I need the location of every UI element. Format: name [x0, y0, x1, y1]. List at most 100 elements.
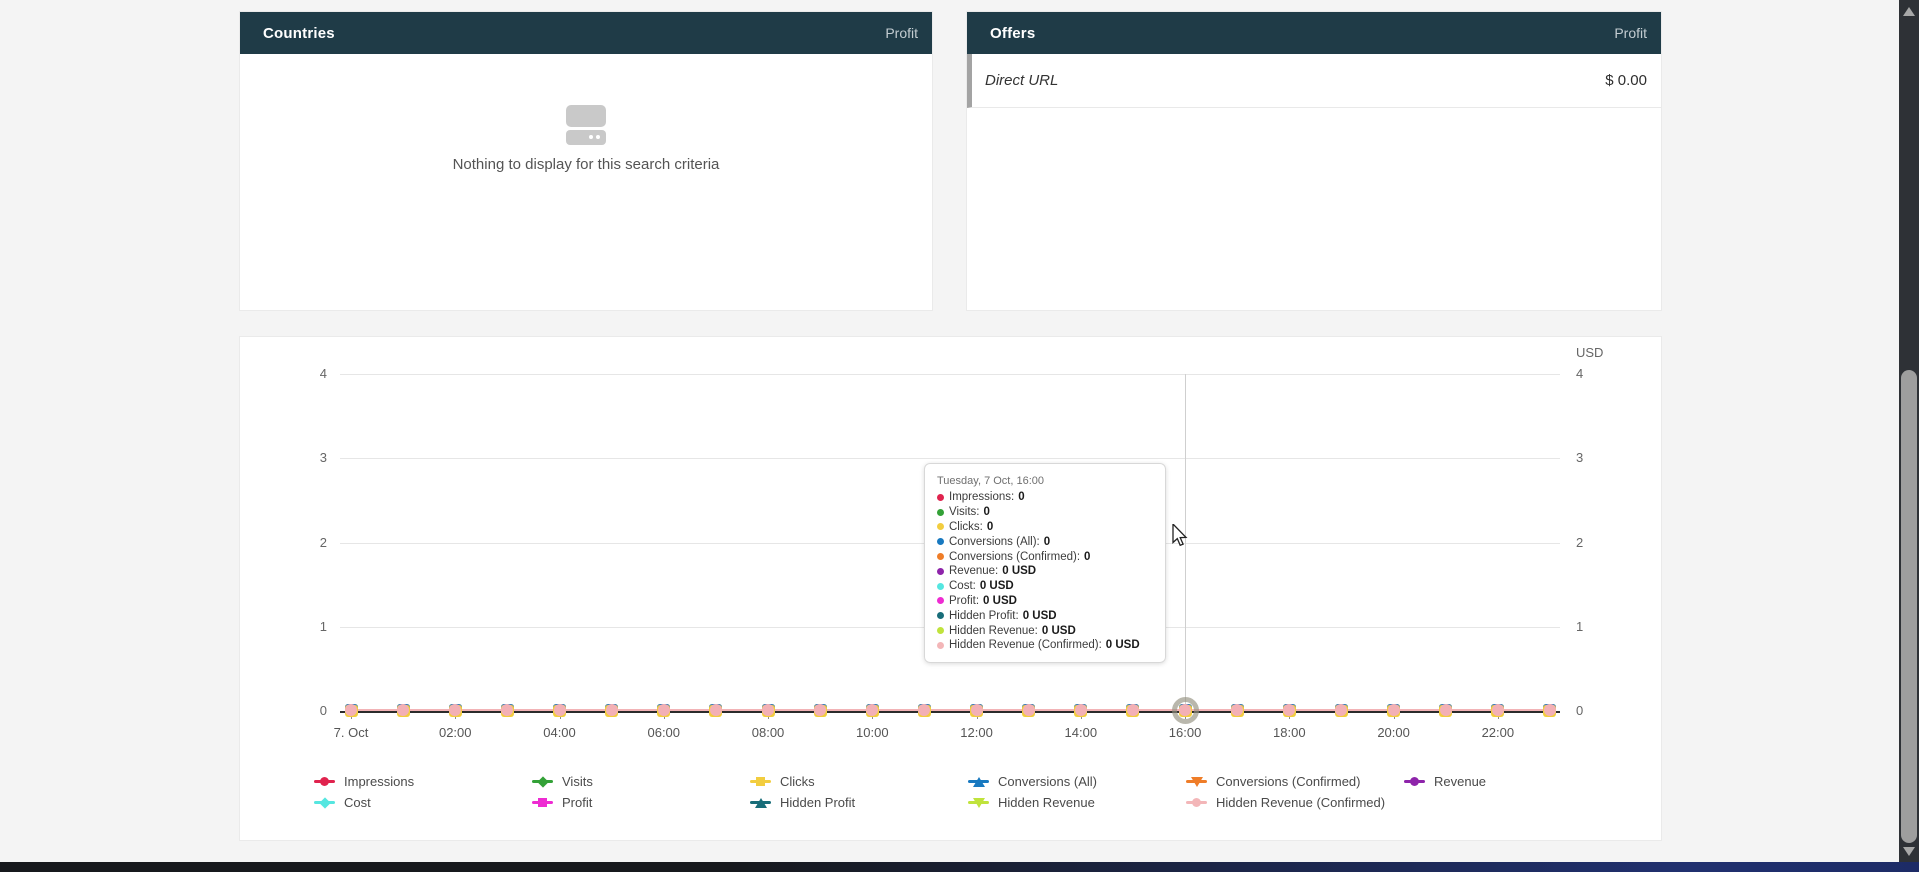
- offers-metric-label: Profit: [1614, 25, 1647, 41]
- y-tick-label-right: 2: [1576, 535, 1620, 551]
- data-point-marker[interactable]: [762, 704, 775, 717]
- tooltip-series-bullet: [937, 627, 944, 634]
- legend-label: Conversions (Confirmed): [1216, 774, 1361, 789]
- legend-label: Profit: [562, 795, 592, 810]
- legend-item-conversions-all[interactable]: Conversions (All): [968, 771, 1097, 792]
- tooltip-series-value: 0: [987, 521, 993, 533]
- data-point-marker[interactable]: [1231, 704, 1244, 717]
- legend-label: Conversions (All): [998, 774, 1097, 789]
- data-point-marker[interactable]: [1126, 704, 1139, 717]
- y-grid-line: [340, 458, 1560, 459]
- legend-item-hidden-revenue[interactable]: Hidden Revenue: [968, 792, 1095, 813]
- tooltip-series-bullet: [937, 523, 944, 530]
- y-tick-label-right: 1: [1576, 619, 1620, 635]
- y-tick-label-right: 0: [1576, 703, 1620, 719]
- y-tick-label-left: 0: [283, 703, 327, 719]
- legend-label: Hidden Revenue (Confirmed): [1216, 795, 1385, 810]
- legend-item-profit[interactable]: Profit: [532, 792, 592, 813]
- data-point-marker[interactable]: [397, 704, 410, 717]
- x-tick-label: 7. Oct: [319, 725, 383, 740]
- countries-panel-title: Countries: [263, 25, 335, 42]
- legend-marker-icon: [1404, 775, 1425, 788]
- legend-marker-shape: [973, 777, 985, 787]
- legend-marker-icon: [314, 796, 335, 809]
- data-point-marker[interactable]: [449, 704, 462, 717]
- tooltip-series-label: Hidden Revenue (Confirmed):: [949, 639, 1102, 651]
- y-axis-unit-label: USD: [1576, 345, 1603, 360]
- scrollbar[interactable]: [1899, 0, 1919, 862]
- legend-label: Hidden Revenue: [998, 795, 1095, 810]
- legend-item-hidden-profit[interactable]: Hidden Profit: [750, 792, 855, 813]
- data-point-marker[interactable]: [1179, 704, 1192, 717]
- countries-metric-label: Profit: [885, 25, 918, 41]
- legend-marker-icon: [1186, 775, 1207, 788]
- data-point-marker[interactable]: [1439, 704, 1452, 717]
- data-point-marker[interactable]: [553, 704, 566, 717]
- countries-empty-state: Nothing to display for this search crite…: [240, 105, 932, 173]
- tooltip-series-value: 0: [1018, 491, 1024, 503]
- legend-item-cost[interactable]: Cost: [314, 792, 371, 813]
- legend-marker-shape: [756, 777, 765, 786]
- no-data-icon: [563, 105, 609, 145]
- legend-label: Clicks: [780, 774, 815, 789]
- x-tick-label: 08:00: [736, 725, 800, 740]
- legend-label: Revenue: [1434, 774, 1486, 789]
- data-point-marker[interactable]: [657, 704, 670, 717]
- chart-panel: USD Tuesday, 7 Oct, 16:00 Impressions:0V…: [240, 337, 1661, 840]
- legend-item-clicks[interactable]: Clicks: [750, 771, 815, 792]
- y-tick-label-left: 2: [283, 535, 327, 551]
- tooltip-row: Clicks:0: [937, 520, 1153, 535]
- data-point-marker[interactable]: [605, 704, 618, 717]
- tooltip-series-label: Hidden Profit:: [949, 610, 1019, 622]
- legend-marker-icon: [532, 796, 553, 809]
- data-point-marker[interactable]: [709, 704, 722, 717]
- data-point-marker[interactable]: [866, 704, 879, 717]
- legend-item-visits[interactable]: Visits: [532, 771, 593, 792]
- offer-row-direct-url[interactable]: Direct URL $ 0.00: [967, 54, 1661, 108]
- legend-item-revenue[interactable]: Revenue: [1404, 771, 1486, 792]
- legend-item-hidden-revenue-confirmed[interactable]: Hidden Revenue (Confirmed): [1186, 792, 1385, 813]
- legend-marker-shape: [1192, 798, 1201, 807]
- legend-label: Cost: [344, 795, 371, 810]
- tooltip-series-value: 0 USD: [1023, 610, 1057, 622]
- chart-plot-area[interactable]: USD Tuesday, 7 Oct, 16:00 Impressions:0V…: [240, 337, 1661, 840]
- legend-item-conversions-confirmed[interactable]: Conversions (Confirmed): [1186, 771, 1361, 792]
- legend-marker-icon: [1186, 796, 1207, 809]
- tooltip-series-label: Impressions:: [949, 491, 1014, 503]
- legend-item-impressions[interactable]: Impressions: [314, 771, 414, 792]
- data-point-marker[interactable]: [1491, 704, 1504, 717]
- scroll-down-arrow-icon[interactable]: [1903, 847, 1915, 856]
- legend-label: Impressions: [344, 774, 414, 789]
- tooltip-series-bullet: [937, 583, 944, 590]
- data-point-marker[interactable]: [1283, 704, 1296, 717]
- x-tick-label: 22:00: [1466, 725, 1530, 740]
- tooltip-series-label: Conversions (All):: [949, 536, 1040, 548]
- legend-marker-shape: [1410, 777, 1419, 786]
- x-tick-label: 20:00: [1362, 725, 1426, 740]
- scroll-up-arrow-icon[interactable]: [1903, 7, 1915, 16]
- data-point-marker[interactable]: [501, 704, 514, 717]
- legend-marker-icon: [968, 775, 989, 788]
- legend-marker-icon: [750, 796, 771, 809]
- legend-marker-shape: [1191, 777, 1203, 787]
- data-point-marker[interactable]: [814, 704, 827, 717]
- data-point-marker[interactable]: [970, 704, 983, 717]
- bottom-bar: [0, 862, 1919, 872]
- data-point-marker[interactable]: [1543, 704, 1556, 717]
- tooltip-series-label: Revenue:: [949, 565, 998, 577]
- tooltip-series-value: 0 USD: [1002, 565, 1036, 577]
- data-point-marker[interactable]: [1335, 704, 1348, 717]
- legend-marker-icon: [532, 775, 553, 788]
- data-point-marker[interactable]: [1387, 704, 1400, 717]
- scrollbar-thumb[interactable]: [1901, 370, 1917, 843]
- legend-marker-shape: [538, 798, 547, 807]
- flat-series-line: [351, 709, 1550, 711]
- offers-panel: Offers Profit Direct URL $ 0.00: [967, 12, 1661, 310]
- data-point-marker[interactable]: [1022, 704, 1035, 717]
- data-point-marker[interactable]: [345, 704, 358, 717]
- data-point-marker[interactable]: [1074, 704, 1087, 717]
- tooltip-row: Hidden Profit: 0 USD: [937, 608, 1153, 623]
- offer-name: Direct URL: [985, 72, 1058, 89]
- tooltip-row: Impressions: 0: [937, 490, 1153, 505]
- data-point-marker[interactable]: [918, 704, 931, 717]
